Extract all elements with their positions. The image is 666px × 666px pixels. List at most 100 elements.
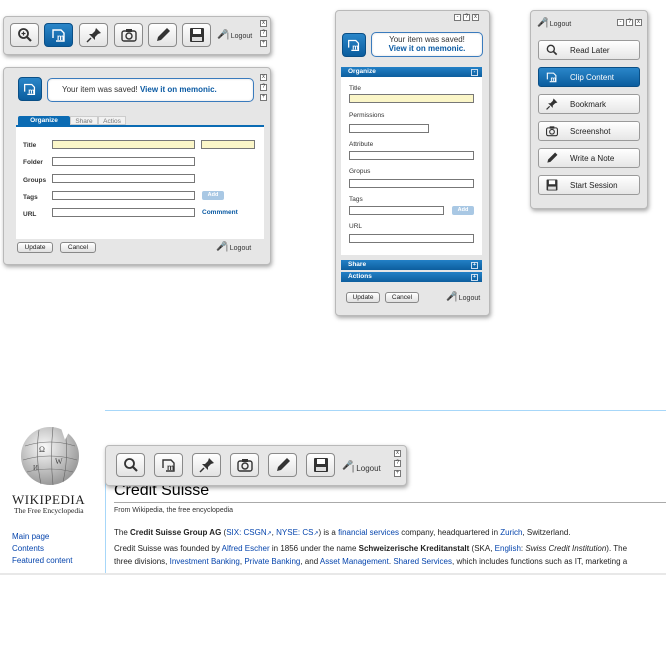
menu-item-clip-content[interactable]: m Clip Content <box>538 67 640 87</box>
minimize-icon[interactable]: - <box>454 14 461 21</box>
close-icon[interactable]: x <box>260 20 267 27</box>
svg-text:m: m <box>167 463 174 472</box>
floppy-disk-icon <box>546 179 558 191</box>
read-later-button[interactable] <box>10 23 39 47</box>
tab-share[interactable]: Share <box>70 116 98 125</box>
english-link[interactable]: English <box>495 544 521 553</box>
tags-input[interactable] <box>349 206 444 215</box>
cancel-button[interactable]: Cancel <box>60 242 96 253</box>
text: , which includes functions such as IT, m… <box>452 557 628 566</box>
menu-item-screenshot[interactable]: Screenshot <box>538 121 640 141</box>
url-input[interactable] <box>349 234 474 243</box>
logout-link[interactable]: | Logout <box>227 33 252 40</box>
pushpin-icon <box>85 28 101 43</box>
text: three divisions, <box>114 557 170 566</box>
folder-input[interactable] <box>52 157 195 166</box>
pencil-icon <box>276 458 290 471</box>
text: ). The <box>606 544 628 553</box>
attribute-input[interactable] <box>349 151 474 160</box>
tags-label: Tags <box>23 194 38 201</box>
text: , Switzerland. <box>522 528 571 537</box>
actions-bar[interactable]: Actions + <box>341 272 482 282</box>
text: ) is a <box>318 528 339 537</box>
update-button[interactable]: Update <box>346 292 380 303</box>
share-bar[interactable]: Share + <box>341 260 482 270</box>
menu-item-read-later[interactable]: Read Later <box>538 40 640 60</box>
cancel-button[interactable]: Cancel <box>385 292 419 303</box>
start-session-button[interactable] <box>306 453 335 477</box>
clip-content-icon: m <box>51 29 65 42</box>
menu-item-write-note[interactable]: Write a Note <box>538 148 640 168</box>
close-icon[interactable]: x <box>394 450 401 457</box>
text: , and <box>300 557 320 566</box>
nav-contents[interactable]: Contents <box>12 544 44 553</box>
alfred-escher-link[interactable]: Alfred Escher <box>222 544 270 553</box>
close-icon[interactable]: x <box>472 14 479 21</box>
logout-link[interactable]: | Logout <box>226 245 251 252</box>
write-note-button[interactable] <box>268 453 297 477</box>
screenshot-button[interactable] <box>230 453 259 477</box>
view-on-memonic-link[interactable]: View it on memonic. <box>372 44 482 53</box>
help-icon[interactable]: ? <box>260 84 267 91</box>
add-tag-button[interactable]: Add <box>202 191 224 200</box>
page-bottom-edge <box>0 573 666 575</box>
start-session-button[interactable] <box>182 23 211 47</box>
expand-icon[interactable]: + <box>260 40 267 47</box>
help-icon[interactable]: ? <box>626 19 633 26</box>
paragraph-1: The Credit Suisse Group AG (SIX: CSGN↗, … <box>114 528 571 537</box>
help-icon[interactable]: ? <box>463 14 470 21</box>
title-input[interactable] <box>52 140 195 149</box>
clip-content-button[interactable]: m <box>154 453 183 477</box>
private-banking-link[interactable]: Private Banking <box>244 557 300 566</box>
zurich-link[interactable]: Zurich <box>500 528 522 537</box>
collapse-icon[interactable]: - <box>471 69 478 76</box>
close-icon[interactable]: x <box>260 74 267 81</box>
organize-bar[interactable]: Organize - <box>341 67 482 77</box>
svg-text:m: m <box>550 76 556 83</box>
text: in 1856 under the name <box>269 544 359 553</box>
title-extra-input[interactable] <box>201 140 255 149</box>
read-later-button[interactable] <box>116 453 145 477</box>
view-on-memonic-link[interactable]: View it on memonic. <box>140 85 217 94</box>
tab-organize[interactable]: Organize <box>18 116 70 125</box>
close-icon[interactable]: x <box>635 19 642 26</box>
tags-input[interactable] <box>52 191 195 200</box>
bookmark-button[interactable] <box>79 23 108 47</box>
comment-link[interactable]: Commment <box>202 209 238 216</box>
url-input[interactable] <box>52 208 195 217</box>
expand-icon[interactable]: + <box>471 274 478 281</box>
logout-link[interactable]: | Logout <box>352 464 381 473</box>
help-icon[interactable]: ? <box>260 30 267 37</box>
title-input[interactable] <box>349 94 474 103</box>
shared-services-link[interactable]: Shared Services <box>393 557 452 566</box>
expand-icon[interactable]: + <box>394 470 401 477</box>
write-note-button[interactable] <box>148 23 177 47</box>
groups-input[interactable] <box>349 179 474 188</box>
six-link[interactable]: SIX: CSGN <box>226 528 266 537</box>
help-icon[interactable]: ? <box>394 460 401 467</box>
logout-link[interactable]: | Logout <box>546 21 571 28</box>
memonic-logo: m <box>18 77 42 101</box>
expand-icon[interactable]: + <box>260 94 267 101</box>
financial-services-link[interactable]: financial services <box>338 528 399 537</box>
clip-content-button[interactable]: m <box>44 23 73 47</box>
add-tag-button[interactable]: Add <box>452 206 474 215</box>
update-button[interactable]: Update <box>17 242 53 253</box>
menu-item-bookmark[interactable]: Bookmark <box>538 94 640 114</box>
tab-actions[interactable]: Actios <box>98 116 126 125</box>
bookmark-button[interactable] <box>192 453 221 477</box>
expand-icon[interactable]: + <box>471 262 478 269</box>
screenshot-button[interactable] <box>114 23 143 47</box>
menu-item-start-session[interactable]: Start Session <box>538 175 640 195</box>
investment-banking-link[interactable]: Investment Banking <box>170 557 240 566</box>
minimize-icon[interactable]: - <box>617 19 624 26</box>
nyse-link[interactable]: NYSE: CS <box>276 528 313 537</box>
logout-link[interactable]: | Logout <box>455 295 480 302</box>
permissions-input[interactable] <box>349 124 429 133</box>
asset-management-link[interactable]: Asset Management <box>320 557 389 566</box>
nav-main-page[interactable]: Main page <box>12 532 49 541</box>
nav-featured-content[interactable]: Featured content <box>12 556 72 565</box>
text: (SKA, <box>469 544 495 553</box>
wikipedia-tagline: The Free Encyclopedia <box>14 506 84 515</box>
groups-input[interactable] <box>52 174 195 183</box>
